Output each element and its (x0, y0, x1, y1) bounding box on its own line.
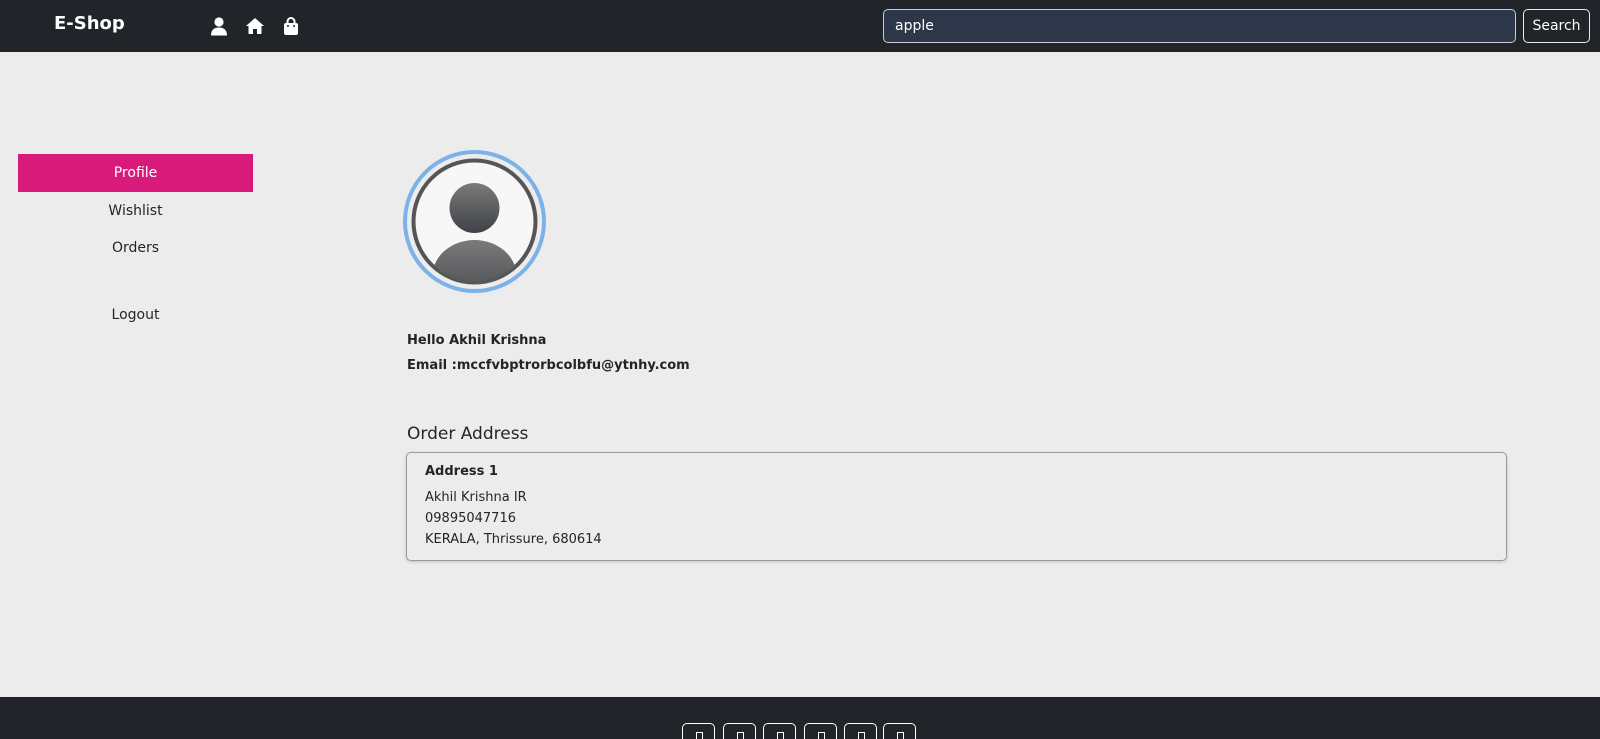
missing-glyph-icon (858, 732, 865, 739)
address-title: Address 1 (425, 464, 498, 479)
social-icon-5[interactable] (844, 723, 877, 739)
user-icon[interactable] (209, 16, 229, 36)
search-button[interactable]: Search (1523, 9, 1590, 43)
social-icon-3[interactable] (763, 723, 796, 739)
address-phone: 09895047716 (425, 511, 516, 526)
brand-logo[interactable]: E-Shop (54, 13, 125, 34)
address-name: Akhil Krishna IR (425, 490, 527, 505)
default-user-avatar-icon (411, 158, 538, 285)
shopping-bag-icon[interactable] (281, 16, 301, 36)
missing-glyph-icon (897, 732, 904, 739)
order-address-title: Order Address (407, 424, 529, 444)
social-icon-1[interactable] (682, 723, 715, 739)
social-icon-4[interactable] (804, 723, 837, 739)
avatar (403, 150, 546, 293)
social-icon-2[interactable] (723, 723, 756, 739)
footer (0, 697, 1600, 739)
top-navbar: E-Shop Search (0, 0, 1600, 52)
search-input[interactable] (883, 9, 1516, 43)
email-value: mccfvbptrorbcolbfu@ytnhy.com (456, 358, 690, 373)
user-greeting: Hello Akhil Krishna (407, 333, 547, 348)
user-email: Email :mccfvbptrorbcolbfu@ytnhy.com (407, 358, 690, 373)
home-icon[interactable] (245, 16, 265, 36)
social-icon-6[interactable] (883, 723, 916, 739)
email-label: Email : (407, 358, 457, 373)
address-location: KERALA, Thrissure, 680614 (425, 532, 602, 547)
address-card[interactable]: Address 1 Akhil Krishna IR 09895047716 K… (406, 452, 1507, 561)
sidebar-item-logout[interactable]: Logout (18, 296, 253, 334)
sidebar-item-orders[interactable]: Orders (18, 229, 253, 267)
sidebar-item-profile[interactable]: Profile (18, 154, 253, 192)
missing-glyph-icon (696, 732, 703, 739)
missing-glyph-icon (777, 732, 784, 739)
missing-glyph-icon (737, 732, 744, 739)
sidebar-item-wishlist[interactable]: Wishlist (18, 192, 253, 230)
missing-glyph-icon (818, 732, 825, 739)
